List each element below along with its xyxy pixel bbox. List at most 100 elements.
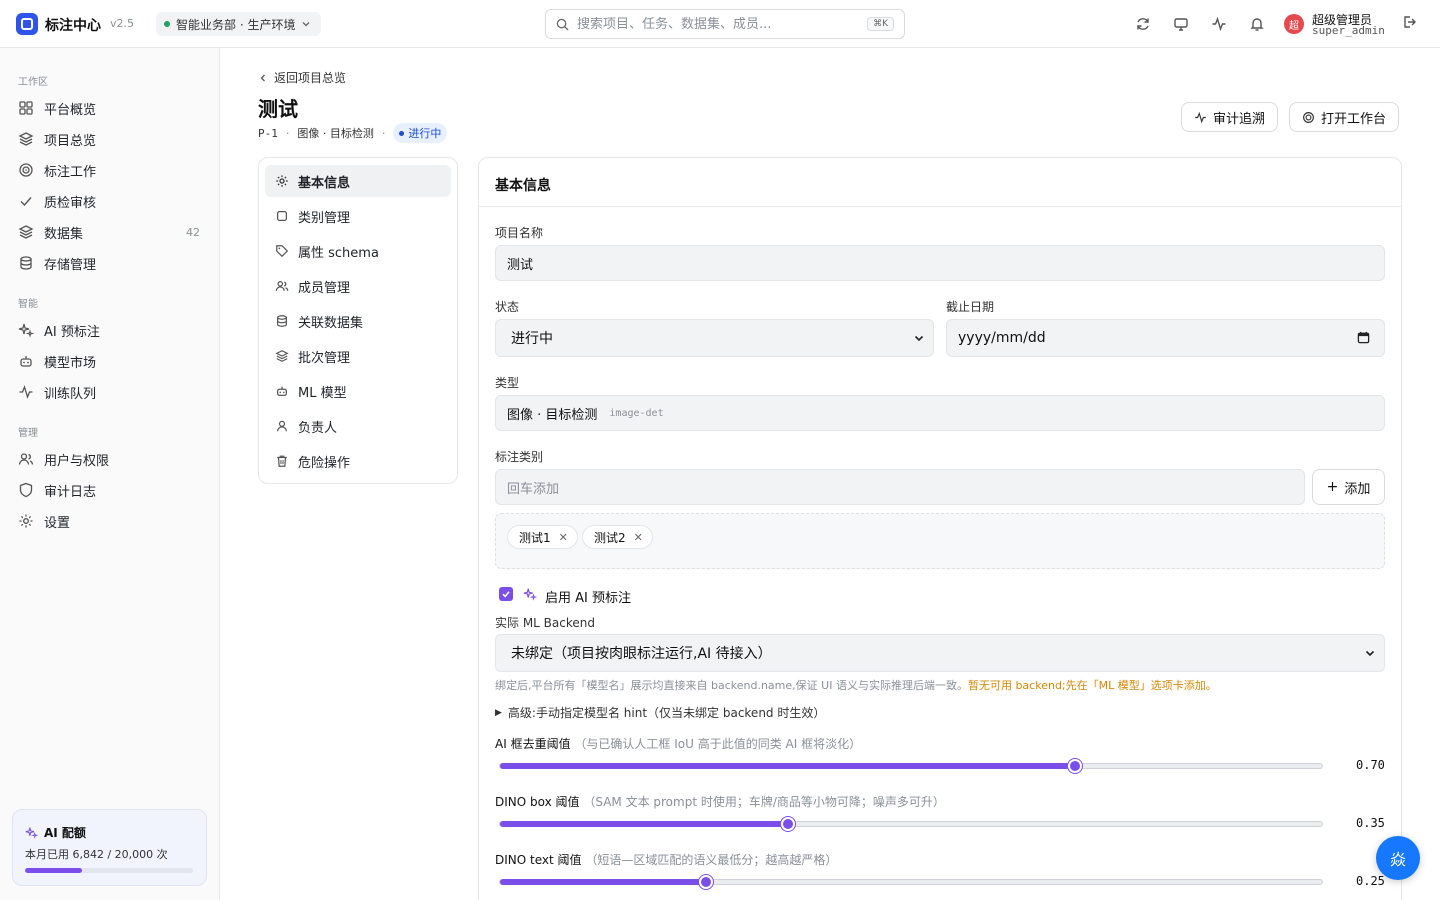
app-title[interactable]: 标注中心: [45, 15, 101, 35]
slider-thumb[interactable]: [780, 817, 795, 831]
slider-description: （短语—区域匹配的语义最低分；越高越严格）: [585, 853, 838, 867]
dataset-count: 42: [186, 225, 200, 239]
class-tag-label: 测试2: [594, 530, 626, 545]
class-tag-label: 测试1: [519, 530, 551, 545]
plus-icon: +: [1326, 479, 1339, 495]
square-icon: [277, 211, 287, 221]
search-input[interactable]: [577, 16, 860, 32]
sidebar-item-ai-prelabel[interactable]: AI 预标注: [18, 317, 204, 343]
sidebar-item-review[interactable]: 质检审核: [18, 188, 204, 214]
section-title: 基本信息: [495, 178, 551, 194]
slider-description: （SAM 文本 prompt 时使用；车牌/商品等小物可降；噪声多可升）: [583, 795, 945, 809]
sidebar-item-audit-log[interactable]: 审计日志: [18, 477, 204, 503]
quota-progress-fill: [25, 868, 83, 873]
target-icon: [1303, 111, 1314, 123]
status-dot-icon: [164, 21, 170, 27]
calendar-icon[interactable]: [1357, 331, 1370, 344]
nav-group-label: 管理: [18, 428, 38, 439]
tab-label: 属性 schema: [298, 245, 379, 261]
close-icon[interactable]: ✕: [634, 531, 643, 544]
avatar[interactable]: 超: [1284, 14, 1304, 34]
tab-classes[interactable]: 类别管理: [265, 200, 451, 232]
sidebar-item-label: 质检审核: [44, 195, 97, 211]
sidebar-item-users[interactable]: 用户与权限: [18, 446, 204, 472]
due-date-input[interactable]: yyyy/mm/dd: [946, 319, 1385, 357]
sidebar-item-overview[interactable]: 平台概览: [18, 95, 204, 121]
back-link-label: 返回项目总览: [274, 71, 347, 85]
chevron-down-icon: [914, 335, 924, 342]
sidebar-item-training-queue[interactable]: 训练队列: [18, 379, 204, 405]
assistant-fab[interactable]: 焱: [1376, 836, 1420, 880]
monitor-icon[interactable]: [1171, 14, 1191, 34]
project-meta: P-1 · 图像 · 目标检测 · 进行中: [258, 123, 448, 143]
close-icon[interactable]: ✕: [559, 531, 568, 544]
project-settings-nav: 基本信息 类别管理 属性 schema 成员管理 关联数据集 批次管理 ML 模…: [258, 157, 458, 484]
global-search[interactable]: ⌘K: [545, 9, 905, 39]
tab-danger-zone[interactable]: 危险操作: [265, 445, 451, 477]
slider-name: DINO box 阈值: [495, 795, 580, 809]
search-shortcut: ⌘K: [867, 17, 894, 31]
sparkles-icon: [18, 323, 34, 338]
dedupe-threshold-slider[interactable]: [499, 759, 1323, 773]
sidebar-item-model-market[interactable]: 模型市场: [18, 348, 204, 374]
add-class-label: 添加: [1344, 481, 1371, 497]
sidebar-item-projects[interactable]: 项目总览: [18, 126, 204, 152]
nav-group-label: 工作区: [18, 77, 48, 88]
sidebar-item-storage[interactable]: 存储管理: [18, 250, 204, 276]
sidebar-item-annotation[interactable]: 标注工作: [18, 157, 204, 183]
database-icon: [277, 315, 287, 327]
status-badge-label: 进行中: [408, 127, 442, 140]
class-tag[interactable]: 测试2 ✕: [582, 525, 653, 549]
tab-basic-info[interactable]: 基本信息: [265, 165, 451, 197]
project-name-value: 测试: [507, 257, 534, 273]
project-name-input[interactable]: 测试: [495, 245, 1385, 281]
status-select[interactable]: 进行中: [495, 319, 934, 357]
tab-batches[interactable]: 批次管理: [265, 340, 451, 372]
sidebar-item-datasets[interactable]: 数据集 42: [18, 219, 204, 245]
audit-trace-button[interactable]: 审计追溯: [1181, 102, 1279, 132]
ai-prelabel-checkbox[interactable]: [499, 587, 513, 601]
tab-label: 危险操作: [298, 455, 351, 471]
ml-backend-label: 实际 ML Backend: [495, 616, 595, 630]
environment-selector[interactable]: 智能业务部 · 生产环境: [156, 12, 322, 36]
sidebar-item-settings[interactable]: 设置: [18, 508, 204, 534]
add-class-button[interactable]: + 添加: [1312, 469, 1385, 505]
environment-label: 智能业务部 · 生产环境: [176, 17, 296, 32]
dino-box-threshold-slider[interactable]: [499, 817, 1323, 831]
tab-attribute-schema[interactable]: 属性 schema: [265, 235, 451, 267]
logout-icon[interactable]: [1401, 14, 1417, 30]
advanced-toggle[interactable]: ▶ 高级:手动指定模型名 hint（仅当未绑定 backend 时生效）: [495, 704, 825, 721]
slider-thumb[interactable]: [1068, 759, 1083, 773]
project-name-label: 项目名称: [495, 226, 544, 240]
open-workbench-label: 打开工作台: [1321, 111, 1387, 127]
app-logo-icon[interactable]: [16, 13, 38, 35]
user-icon: [277, 420, 287, 432]
ml-backend-select[interactable]: 未绑定（项目按肉眼标注运行,AI 待接入）: [495, 634, 1385, 672]
chevron-down-icon: [302, 22, 310, 27]
activity-icon[interactable]: [1209, 14, 1229, 34]
due-date-placeholder: yyyy/mm/dd: [958, 330, 1046, 346]
slider-label: AI 框去重阈值 （与已确认人工框 IoU 高于此值的同类 AI 框将淡化）: [495, 735, 861, 752]
robot-icon: [20, 356, 32, 367]
class-input[interactable]: 回车添加: [495, 469, 1305, 505]
slider-name: AI 框去重阈值: [495, 737, 571, 751]
ml-backend-help-text: 绑定后,平台所有「模型名」展示均直接来自 backend.name,保证 UI …: [495, 679, 968, 692]
tab-ml-models[interactable]: ML 模型: [265, 375, 451, 407]
tab-linked-datasets[interactable]: 关联数据集: [265, 305, 451, 337]
tab-owner[interactable]: 负责人: [265, 410, 451, 442]
class-input-placeholder: 回车添加: [507, 481, 560, 497]
slider-thumb[interactable]: [698, 875, 713, 889]
quota-title: AI 配额: [44, 826, 86, 840]
slider-fill: [500, 763, 1076, 769]
tab-members[interactable]: 成员管理: [265, 270, 451, 302]
layers-icon: [275, 350, 289, 362]
sidebar-item-label: 审计日志: [44, 484, 97, 500]
bell-icon[interactable]: [1247, 14, 1267, 34]
dino-text-threshold-slider[interactable]: [499, 875, 1323, 889]
open-workbench-button[interactable]: 打开工作台: [1289, 102, 1400, 132]
refresh-icon[interactable]: [1133, 14, 1153, 34]
back-to-projects-link[interactable]: 返回项目总览: [258, 69, 346, 86]
due-date-label: 截止日期: [946, 300, 995, 314]
class-tag[interactable]: 测试1 ✕: [507, 525, 578, 549]
slider-value: 0.25: [1356, 874, 1385, 888]
